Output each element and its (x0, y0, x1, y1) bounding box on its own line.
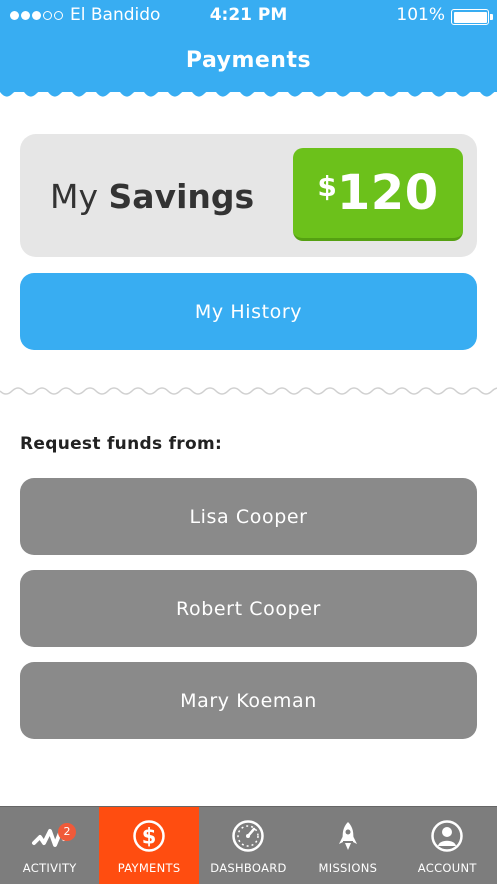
battery-tip (490, 14, 493, 20)
request-funds-title: Request funds from: (20, 434, 223, 454)
status-bar: El Bandido 4:21 PM 101% (0, 0, 497, 32)
savings-label: My Savings (50, 177, 254, 216)
request-funds-list: Lisa Cooper Robert Cooper Mary Koeman (20, 478, 477, 754)
page-title: Payments (185, 48, 312, 73)
tab-dashboard[interactable]: DASHBOARD (199, 807, 298, 884)
request-person-button[interactable]: Robert Cooper (20, 570, 477, 647)
my-history-button[interactable]: My History (20, 273, 477, 350)
wave-divider (0, 387, 497, 395)
activity-badge: 2 (58, 823, 76, 841)
tab-activity[interactable]: 2 ACTIVITY (0, 807, 99, 884)
battery-icon (451, 9, 489, 25)
currency-symbol: $ (317, 169, 337, 203)
savings-label-strong: Savings (108, 177, 255, 216)
activity-icon (0, 819, 99, 853)
svg-text:$: $ (142, 825, 157, 849)
tab-label: ACTIVITY (22, 861, 77, 875)
tab-label: DASHBOARD (210, 861, 287, 875)
battery-percent: 101% (396, 5, 445, 25)
tab-payments[interactable]: $ PAYMENTS (99, 807, 199, 884)
speedometer-icon (199, 819, 298, 853)
rocket-icon (298, 819, 397, 853)
savings-amount-badge: $ 120 (293, 148, 463, 241)
tab-account[interactable]: ACCOUNT (398, 807, 497, 884)
header-wave-edge (0, 88, 497, 97)
tab-label: MISSIONS (318, 861, 378, 875)
tab-label: ACCOUNT (417, 861, 477, 875)
savings-label-prefix: My (50, 177, 99, 216)
request-person-button[interactable]: Lisa Cooper (20, 478, 477, 555)
request-person-button[interactable]: Mary Koeman (20, 662, 477, 739)
dollar-icon: $ (99, 819, 198, 853)
header: El Bandido 4:21 PM 101% Payments (0, 0, 497, 92)
tab-missions[interactable]: MISSIONS (298, 807, 397, 884)
tab-bar: 2 ACTIVITY $ PAYMENTS DASHBOARD MISSIONS… (0, 806, 497, 884)
user-icon (398, 819, 497, 853)
savings-card: My Savings $ 120 (20, 134, 477, 257)
tab-label: PAYMENTS (117, 861, 181, 875)
savings-amount: 120 (336, 165, 439, 221)
